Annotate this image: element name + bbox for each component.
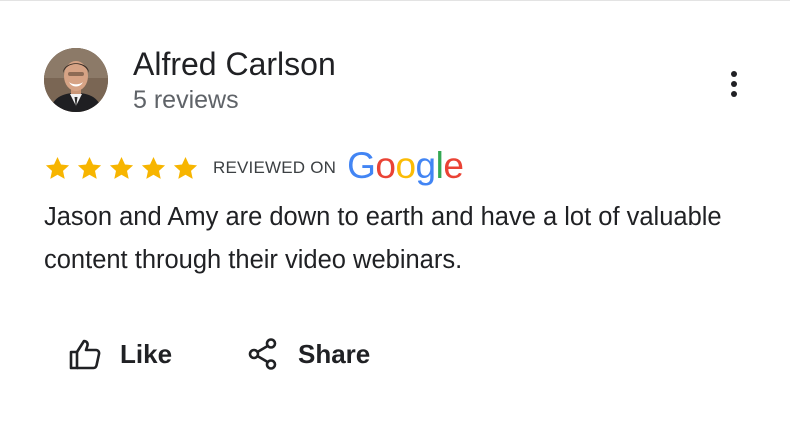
top-divider bbox=[0, 0, 790, 1]
google-logo-letter: G bbox=[347, 145, 376, 186]
rating-row: REVIEWED ON Google bbox=[44, 145, 464, 186]
reviewed-on-label: REVIEWED ON bbox=[213, 158, 337, 177]
share-label: Share bbox=[298, 338, 371, 369]
like-label: Like bbox=[120, 338, 173, 369]
star-icon bbox=[77, 156, 102, 179]
reviewer-name[interactable]: Alfred Carlson bbox=[133, 44, 336, 84]
like-button[interactable]: Like bbox=[68, 332, 172, 376]
reviewer-avatar[interactable] bbox=[44, 48, 108, 112]
star-icon bbox=[173, 156, 198, 179]
review-text: Jason and Amy are down to earth and have… bbox=[44, 203, 722, 274]
more-options-button[interactable] bbox=[716, 66, 752, 102]
thumbs-up-icon bbox=[69, 339, 101, 370]
google-logo-letter: o bbox=[395, 145, 416, 186]
share-button[interactable]: Share bbox=[246, 332, 370, 376]
star-icon bbox=[141, 156, 166, 179]
google-logo-letter: e bbox=[443, 145, 464, 186]
star-icon bbox=[45, 156, 70, 179]
share-icon bbox=[248, 338, 277, 370]
google-logo-letter: o bbox=[375, 145, 396, 186]
google-logo-letter: g bbox=[415, 145, 437, 186]
star-rating bbox=[44, 155, 204, 182]
more-vert-icon bbox=[731, 71, 737, 97]
google-logo: Google bbox=[347, 145, 464, 186]
reviewer-review-count: 5 reviews bbox=[133, 86, 239, 114]
star-icon bbox=[109, 156, 134, 179]
